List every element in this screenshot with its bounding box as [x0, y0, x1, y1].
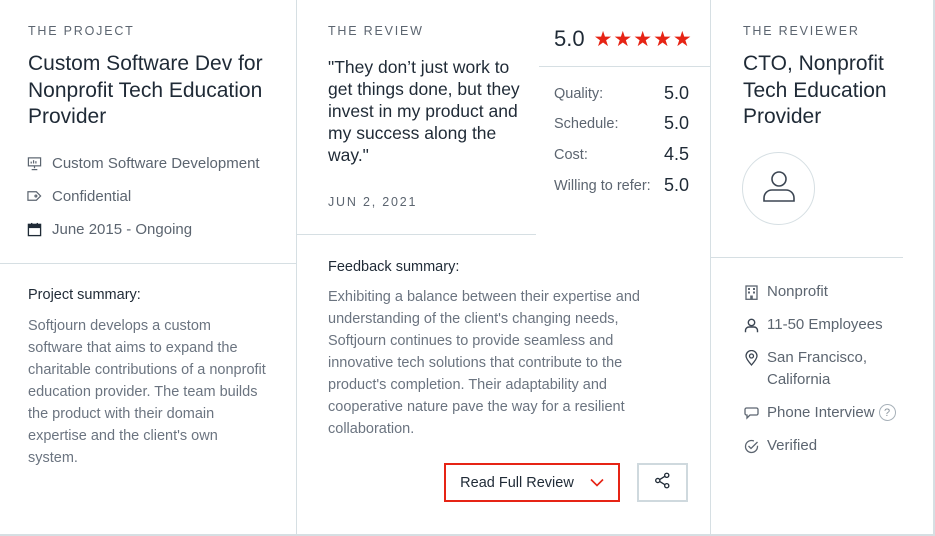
star-icon: ★ — [613, 27, 633, 51]
star-icon: ★ — [672, 27, 692, 51]
verified-row: Verified — [743, 435, 817, 457]
service-label: Custom Software Development — [52, 154, 260, 172]
industry-row: Nonprofit — [743, 281, 828, 303]
rating-schedule: Schedule: 5.0 — [554, 113, 694, 133]
review-date: JUN 2, 2021 — [328, 195, 418, 209]
share-button[interactable] — [637, 463, 688, 502]
rating-value: 5.0 — [664, 113, 690, 133]
star-rating: ★ ★ ★ ★ ★ — [594, 29, 692, 50]
rating-quality: Quality: 5.0 — [554, 83, 694, 103]
rating-willing-to-refer: Willing to refer: 5.0 — [554, 175, 694, 195]
tag-icon — [26, 188, 42, 204]
help-icon[interactable]: ? — [878, 404, 896, 421]
project-summary-text: Softjourn develops a custom software tha… — [28, 318, 266, 466]
location-label: San Francisco, California — [767, 349, 868, 388]
project-title: Custom Software Dev for Nonprofit Tech E… — [28, 52, 263, 128]
feedback-summary-label: Feedback summary: — [328, 259, 460, 275]
rating-label: Willing to refer: — [554, 178, 651, 194]
star-icon: ★ — [653, 27, 672, 51]
read-full-review-label: Read Full Review — [460, 474, 574, 491]
feedback-summary-text: Exhibiting a balance between their exper… — [328, 289, 640, 437]
timeline-label: June 2015 - Ongoing — [52, 220, 193, 238]
interview-label: Phone Interview — [767, 404, 875, 421]
industry-label: Nonprofit — [767, 283, 828, 300]
calendar-icon — [26, 221, 42, 237]
rating-value: 5.0 — [664, 175, 690, 195]
presentation-icon — [26, 155, 42, 171]
rating-divider — [539, 66, 711, 67]
chat-bubble-icon — [743, 402, 759, 424]
star-icon: ★ — [593, 27, 613, 51]
project-eyebrow: THE PROJECT — [28, 24, 135, 38]
reviewer-title: CTO, Nonprofit Tech Education Provider — [743, 52, 887, 128]
project-divider — [0, 263, 296, 264]
avatar — [742, 152, 815, 225]
user-icon — [760, 167, 798, 210]
interview-row: Phone Interview ? — [743, 402, 896, 424]
share-icon — [654, 472, 671, 494]
project-column: THE PROJECT Custom Software Dev for Nonp… — [0, 0, 296, 535]
budget-row: Confidential — [26, 185, 131, 207]
review-quote: "They don’t just work to get things done… — [328, 57, 520, 165]
rating-value: 4.5 — [664, 144, 690, 164]
rating-label: Schedule: — [554, 116, 619, 132]
location-row: San Francisco, California — [743, 347, 903, 391]
person-icon — [743, 314, 759, 336]
reviewer-column: THE REVIEWER CTO, Nonprofit Tech Educati… — [710, 0, 935, 535]
chevron-down-icon — [590, 478, 604, 487]
rating-value: 5.0 — [664, 83, 690, 103]
review-eyebrow: THE REVIEW — [328, 24, 424, 38]
budget-label: Confidential — [52, 187, 132, 205]
read-full-review-button[interactable]: Read Full Review — [444, 463, 620, 502]
rating-label: Cost: — [554, 147, 588, 163]
star-icon: ★ — [633, 27, 653, 51]
overall-score: 5.0 — [554, 26, 585, 51]
location-pin-icon — [743, 347, 759, 369]
review-divider — [297, 234, 536, 235]
service-row: Custom Software Development — [26, 152, 260, 174]
building-icon — [743, 281, 759, 303]
rating-label: Quality: — [554, 86, 604, 102]
review-column: THE REVIEW "They don’t just work to get … — [296, 0, 711, 535]
timeline-row: June 2015 - Ongoing — [26, 218, 192, 240]
company-size-label: 11-50 Employees — [767, 316, 883, 333]
verified-label: Verified — [767, 437, 818, 454]
overall-rating: 5.0 ★ ★ ★ ★ ★ — [554, 26, 692, 52]
project-summary-label: Project summary: — [28, 287, 141, 303]
reviewer-divider — [711, 257, 903, 258]
reviewer-eyebrow: THE REVIEWER — [743, 24, 860, 38]
rating-cost: Cost: 4.5 — [554, 144, 694, 164]
company-size-row: 11-50 Employees — [743, 314, 883, 336]
check-circle-icon — [743, 435, 759, 457]
